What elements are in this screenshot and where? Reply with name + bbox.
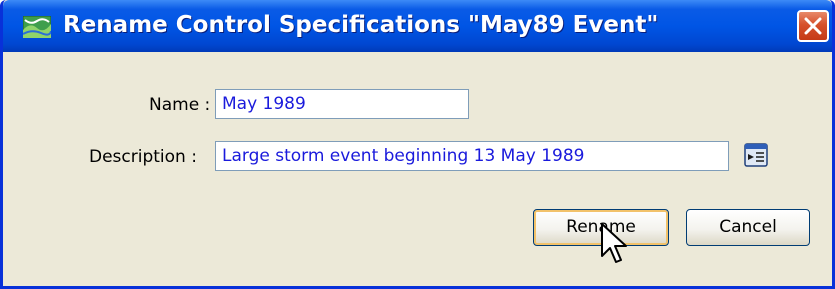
map-landscape-icon <box>22 15 52 39</box>
rename-dialog: Rename Control Specifications "May89 Eve… <box>0 0 835 289</box>
close-button[interactable] <box>797 10 829 42</box>
cancel-button[interactable]: Cancel <box>686 209 810 246</box>
dialog-title: Rename Control Specifications "May89 Eve… <box>63 12 659 38</box>
close-icon <box>804 17 822 35</box>
title-bar[interactable]: Rename Control Specifications "May89 Eve… <box>3 0 832 52</box>
name-input[interactable]: May 1989 <box>215 89 469 119</box>
mouse-pointer-icon <box>600 222 630 266</box>
edit-description-icon[interactable] <box>744 143 768 167</box>
description-label: Description : <box>89 147 197 167</box>
name-label: Name : <box>149 95 211 115</box>
description-input[interactable]: Large storm event beginning 13 May 1989 <box>215 141 729 171</box>
